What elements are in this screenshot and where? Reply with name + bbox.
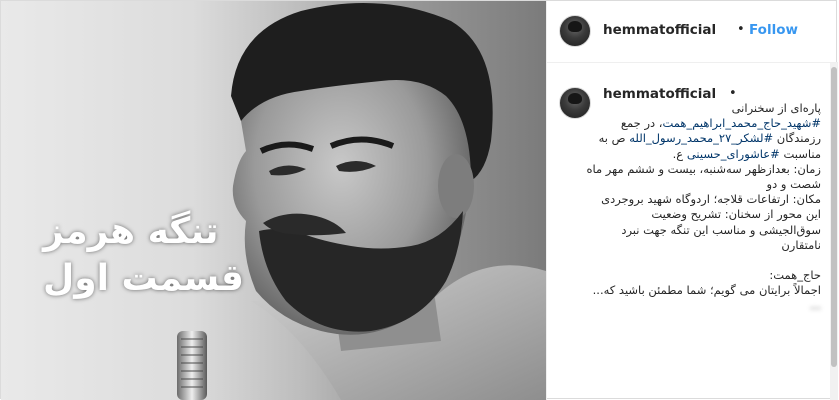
caption-text: پاره‌ای از سخنرانی #شهید_حاج_محمد_ابراهیم… <box>586 101 821 314</box>
post-container: تنگه هرمز قسمت اول hemmatofficial • Foll… <box>0 0 838 400</box>
post-image[interactable]: تنگه هرمز قسمت اول <box>1 1 546 400</box>
comment-separator: • <box>729 86 737 101</box>
caption-gap <box>603 253 821 268</box>
image-overlay-subtitle: قسمت اول <box>43 258 244 299</box>
caption-line: نامتقارن <box>781 237 821 252</box>
comment-avatar[interactable] <box>559 87 591 119</box>
caption-line: رزمندگان #لشکر_۲۷_محمد_رسول_الله ص به <box>598 131 821 146</box>
header-username[interactable]: hemmatofficial <box>603 22 716 38</box>
post-side-panel: hemmatofficial • Follow hemmatofficial •… <box>546 1 838 400</box>
portrait-illustration <box>177 3 546 400</box>
caption-line: مناسبت #عاشورای_حسینی ع. <box>672 146 821 161</box>
hashtag-link[interactable]: #شهید_حاج_محمد_ابراهیم_همت <box>662 116 821 130</box>
caption-line: زمان: بعدازظهر سه‌شنبه، بیست و ششم مهر م… <box>586 161 821 176</box>
comments-scrollbar[interactable] <box>830 63 838 400</box>
avatar[interactable] <box>559 15 591 47</box>
caption-line: شصت و دو <box>766 177 821 192</box>
image-overlay-title: تنگه هرمز <box>43 211 219 252</box>
follow-button[interactable]: Follow <box>749 22 798 38</box>
caption-line: اجمالاً برایتان می گویم؛ شما مطمئن باشید… <box>592 283 821 298</box>
scrollbar-thumb[interactable] <box>831 67 837 367</box>
caption-line: حاج_همت: <box>769 268 821 283</box>
comment-username[interactable]: hemmatofficial <box>603 86 716 102</box>
caption-line: مکان: ارتفاعات قلاجه؛ اردوگاه شهید بروجر… <box>601 192 821 207</box>
header-separator: • <box>737 22 745 37</box>
caption-line: این محور از سخنان: تشریح وضعیت <box>651 207 821 222</box>
comments-list[interactable]: hemmatofficial • پاره‌ای از سخنرانی #شهید… <box>547 63 829 400</box>
post-header: hemmatofficial • Follow <box>547 1 838 63</box>
hashtag-link[interactable]: #لشکر_۲۷_محمد_رسول_الله <box>629 131 773 145</box>
caption-line: #شهید_حاج_محمد_ابراهیم_همت، در جمع <box>620 116 821 131</box>
caption-line: سوق‌الجیشی و مناسب این تنگه جهت نبرد <box>621 222 821 237</box>
hashtag-link[interactable]: #عاشورای_حسینی <box>687 147 780 161</box>
caption-line: ... <box>810 298 821 313</box>
caption-line: پاره‌ای از سخنرانی <box>731 101 821 115</box>
